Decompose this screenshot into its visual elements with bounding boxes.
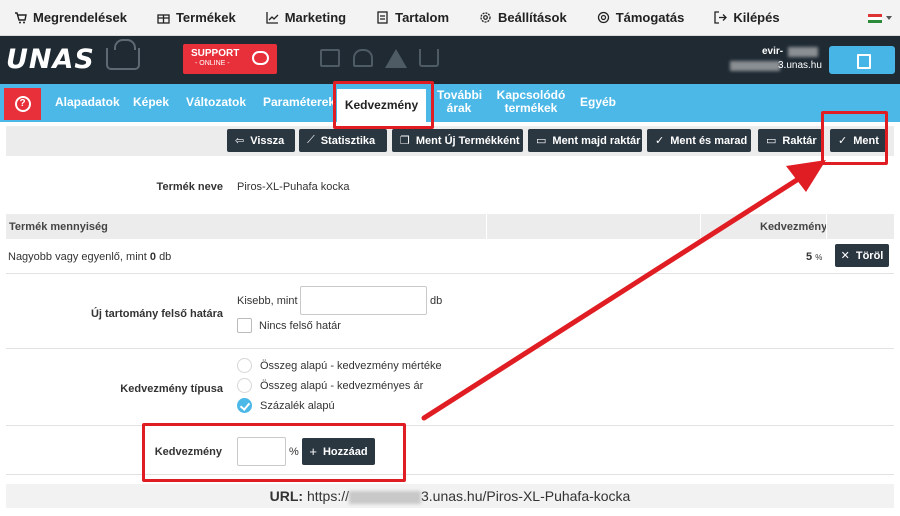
annotation-arrow bbox=[421, 160, 826, 421]
